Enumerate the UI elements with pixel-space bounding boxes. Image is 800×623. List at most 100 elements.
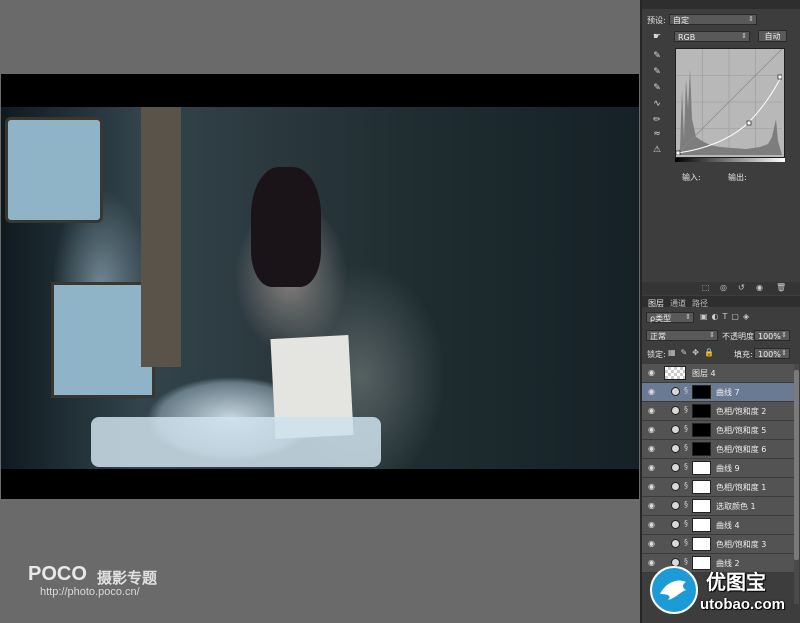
layer-name: 曲线 4 — [716, 521, 740, 530]
layer-visibility-eye-icon[interactable]: ◉ — [648, 406, 655, 415]
layer-visibility-eye-icon[interactable]: ◉ — [648, 444, 655, 453]
mask-link-icon[interactable]: § — [684, 424, 688, 433]
hand-adjust-icon[interactable]: ☛ — [650, 31, 664, 43]
layer-mask-thumbnail[interactable] — [692, 423, 711, 437]
output-label: 输出: — [728, 173, 747, 182]
layer-mask-thumbnail[interactable] — [692, 442, 711, 456]
layer-name: 色相/饱和度 6 — [716, 445, 767, 454]
preset-label: 预设: — [647, 16, 666, 25]
layer-thumbnail — [664, 366, 686, 380]
tab-channels[interactable]: 通道 — [670, 298, 686, 309]
channel-select[interactable]: RGB — [674, 31, 750, 42]
gradient-bar — [675, 158, 785, 162]
layer-row[interactable]: ◉ § 色相/饱和度 3 — [642, 535, 794, 554]
watermark-en: utobao.com — [700, 596, 785, 613]
hair — [251, 167, 321, 287]
layer-visibility-eye-icon[interactable]: ◉ — [648, 387, 655, 396]
layer-mask-thumbnail[interactable] — [692, 518, 711, 532]
layer-name: 选取颜色 1 — [716, 502, 756, 511]
mask-link-icon[interactable]: § — [684, 481, 688, 490]
layer-row[interactable]: ◉ 图层 4 — [642, 364, 794, 383]
lock-icons[interactable]: ▦✎✥🔒 — [668, 348, 719, 357]
layer-mask-thumbnail[interactable] — [692, 537, 711, 551]
fill-input[interactable]: 100% — [754, 348, 790, 359]
trash-icon[interactable]: 🗑 — [776, 283, 786, 292]
layer-row[interactable]: ◉ § 色相/饱和度 6 — [642, 440, 794, 459]
layer-name: 色相/饱和度 5 — [716, 426, 767, 435]
clip-icon[interactable]: ⬚ — [702, 283, 710, 292]
tab-layers[interactable]: 图层 — [648, 298, 664, 309]
layer-name: 色相/饱和度 3 — [716, 540, 767, 549]
utobao-bird-logo — [650, 566, 698, 614]
layer-filter-select[interactable]: ρ类型 — [646, 312, 694, 323]
canvas-area: POCO 摄影专题 http://photo.poco.cn/ — [0, 0, 640, 623]
layer-row[interactable]: ◉ § 色相/饱和度 1 — [642, 478, 794, 497]
layer-row[interactable]: ◉ § 选取颜色 1 — [642, 497, 794, 516]
mask-link-icon[interactable]: § — [684, 557, 688, 566]
preset-select[interactable]: 自定 — [669, 14, 757, 25]
pencil-icon[interactable]: ✏ — [650, 114, 664, 126]
filter-icons[interactable]: ▣◐T▢◈ — [700, 312, 753, 321]
layer-name: 图层 4 — [692, 369, 716, 378]
adjustment-layer-icon — [671, 463, 680, 472]
adjustment-layer-icon — [671, 444, 680, 453]
right-panel: 预设: 自定 ☛ RGB 自动 ✎ ✎ ✎ ∿ ✏ ≈ ⚠ 输入: 输出: ⬚ … — [640, 0, 800, 623]
layer-mask-thumbnail[interactable] — [692, 404, 711, 418]
window-frame — [141, 107, 181, 367]
warning-icon: ⚠ — [652, 145, 662, 155]
mask-link-icon[interactable]: § — [684, 500, 688, 509]
layer-row[interactable]: ◉ § 色相/饱和度 2 — [642, 402, 794, 421]
lock-label: 锁定: — [647, 350, 666, 359]
opacity-label: 不透明度: — [722, 332, 757, 341]
reset-icon[interactable]: ↺ — [738, 283, 745, 292]
opacity-input[interactable]: 100% — [754, 330, 790, 341]
input-label: 输入: — [682, 173, 701, 182]
layer-name: 曲线 9 — [716, 464, 740, 473]
view-previous-icon[interactable]: ◎ — [720, 283, 727, 292]
layer-row[interactable]: ◉ § 曲线 9 — [642, 459, 794, 478]
layers-scrollbar[interactable] — [794, 364, 799, 604]
layer-mask-thumbnail[interactable] — [692, 385, 711, 399]
mask-link-icon[interactable]: § — [684, 443, 688, 452]
adjustment-layer-icon — [671, 482, 680, 491]
eyedropper-gray-icon[interactable]: ✎ — [650, 66, 664, 78]
auto-button[interactable]: 自动 — [758, 30, 787, 42]
curve-point-icon[interactable]: ∿ — [650, 98, 664, 110]
mask-link-icon[interactable]: § — [684, 405, 688, 414]
layer-row[interactable]: ◉ § 色相/饱和度 5 — [642, 421, 794, 440]
adjustment-layer-icon — [671, 406, 680, 415]
layer-name: 色相/饱和度 1 — [716, 483, 767, 492]
layer-mask-thumbnail[interactable] — [692, 480, 711, 494]
tab-paths[interactable]: 路径 — [692, 298, 708, 309]
properties-header — [642, 0, 800, 9]
layer-visibility-eye-icon[interactable]: ◉ — [648, 368, 655, 377]
scrollbar-thumb[interactable] — [794, 370, 799, 560]
eyedropper-white-icon[interactable]: ✎ — [650, 82, 664, 94]
visibility-icon[interactable]: ◉ — [756, 283, 763, 292]
mask-link-icon[interactable]: § — [684, 519, 688, 528]
document-canvas[interactable] — [1, 74, 639, 499]
poco-logo-sub: 摄影专题 — [97, 569, 158, 587]
smooth-icon[interactable]: ≈ — [650, 128, 664, 140]
layer-visibility-eye-icon[interactable]: ◉ — [648, 463, 655, 472]
layer-row[interactable]: ◉ § 曲线 4 — [642, 516, 794, 535]
layer-visibility-eye-icon[interactable]: ◉ — [648, 482, 655, 491]
layer-visibility-eye-icon[interactable]: ◉ — [648, 520, 655, 529]
layer-visibility-eye-icon[interactable]: ◉ — [648, 425, 655, 434]
blend-mode-select[interactable]: 正常 — [646, 330, 718, 341]
train-window-upper — [5, 117, 103, 223]
watermark-cn: 优图宝 — [706, 570, 766, 594]
mask-link-icon[interactable]: § — [684, 462, 688, 471]
layer-mask-thumbnail[interactable] — [692, 499, 711, 513]
layer-visibility-eye-icon[interactable]: ◉ — [648, 539, 655, 548]
curves-graph[interactable] — [675, 48, 785, 158]
adjustment-layer-icon — [671, 539, 680, 548]
mask-link-icon[interactable]: § — [684, 538, 688, 547]
layer-mask-thumbnail[interactable] — [692, 461, 711, 475]
layer-visibility-eye-icon[interactable]: ◉ — [648, 501, 655, 510]
adjustment-layer-icon — [671, 387, 680, 396]
layer-row[interactable]: ◉ § 曲线 7 — [642, 383, 794, 402]
layer-visibility-eye-icon[interactable]: ◉ — [648, 558, 655, 567]
mask-link-icon[interactable]: § — [684, 386, 688, 395]
eyedropper-black-icon[interactable]: ✎ — [650, 50, 664, 62]
